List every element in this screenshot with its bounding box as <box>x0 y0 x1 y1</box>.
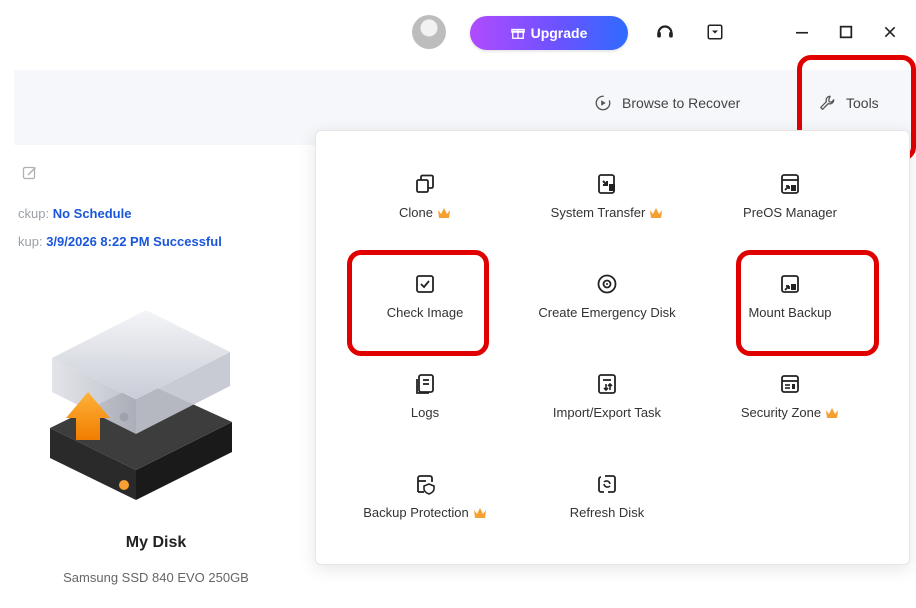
system-transfer-icon <box>598 174 615 194</box>
highlight-mount-backup <box>736 250 879 356</box>
tool-logs-label: Logs <box>410 405 440 420</box>
tool-backup-protection[interactable]: Backup Protection <box>335 467 515 541</box>
browse-to-recover-link[interactable]: Browse to Recover <box>594 92 740 114</box>
backup-protection-icon <box>417 475 435 495</box>
dropdown-menu-icon[interactable] <box>703 20 727 44</box>
tool-clone-label: Clone <box>399 205 433 220</box>
support-icon[interactable] <box>653 20 677 44</box>
schedule-label: ckup: <box>18 206 50 221</box>
last-backup-row: kup: 3/9/2026 8:22 PM Successful <box>18 234 222 249</box>
premium-crown-icon <box>437 207 450 218</box>
gift-icon <box>510 28 525 39</box>
tool-preos-manager-label: PreOS Manager <box>743 205 837 220</box>
tool-clone[interactable]: Clone <box>335 167 515 241</box>
premium-crown-icon <box>650 207 663 218</box>
upgrade-button[interactable]: Upgrade <box>470 16 628 50</box>
tool-system-transfer[interactable]: System Transfer <box>517 167 697 241</box>
edit-icon[interactable] <box>22 165 38 181</box>
import-export-icon <box>598 374 616 394</box>
tool-logs[interactable]: Logs <box>335 367 515 441</box>
disk-illustration <box>50 310 232 500</box>
tool-create-emergency-disk-label: Create Emergency Disk <box>538 305 676 320</box>
tool-security-zone[interactable]: Security Zone <box>700 367 880 441</box>
maximize-icon[interactable] <box>834 20 858 44</box>
close-icon[interactable] <box>878 20 902 44</box>
refresh-disk-icon <box>598 475 616 493</box>
last-backup-label: kup: <box>18 234 43 249</box>
premium-crown-icon <box>473 507 486 518</box>
upgrade-label: Upgrade <box>530 25 588 41</box>
last-backup-value: 3/9/2026 8:22 PM Successful <box>46 234 222 249</box>
tool-backup-protection-label: Backup Protection <box>363 505 469 520</box>
schedule-value[interactable]: No Schedule <box>53 206 132 221</box>
tool-import-export-task[interactable]: Import/Export Task <box>517 367 697 441</box>
logs-icon <box>416 374 434 394</box>
emergency-disk-icon <box>597 274 617 294</box>
title-bar <box>0 0 916 70</box>
security-zone-icon <box>781 375 799 393</box>
tool-system-transfer-label: System Transfer <box>550 205 646 220</box>
tool-create-emergency-disk[interactable]: Create Emergency Disk <box>517 267 697 341</box>
user-avatar[interactable] <box>412 15 446 49</box>
minimize-icon[interactable] <box>790 20 814 44</box>
highlight-check-image <box>347 250 489 356</box>
tool-refresh-disk-label: Refresh Disk <box>569 505 645 520</box>
schedule-row: ckup: No Schedule <box>18 206 131 221</box>
tool-preos-manager[interactable]: PreOS Manager <box>700 167 880 241</box>
tool-refresh-disk[interactable]: Refresh Disk <box>517 467 697 541</box>
preos-manager-icon <box>781 174 799 194</box>
tool-security-zone-label: Security Zone <box>740 405 822 420</box>
browse-recover-icon <box>595 95 611 111</box>
disk-name: My Disk <box>125 534 187 551</box>
premium-crown-icon <box>826 407 839 418</box>
disk-model: Samsung SSD 840 EVO 250GB <box>63 570 249 585</box>
clone-icon <box>416 174 434 193</box>
browse-to-recover-label: Browse to Recover <box>622 95 741 111</box>
tool-import-export-task-label: Import/Export Task <box>552 405 662 420</box>
